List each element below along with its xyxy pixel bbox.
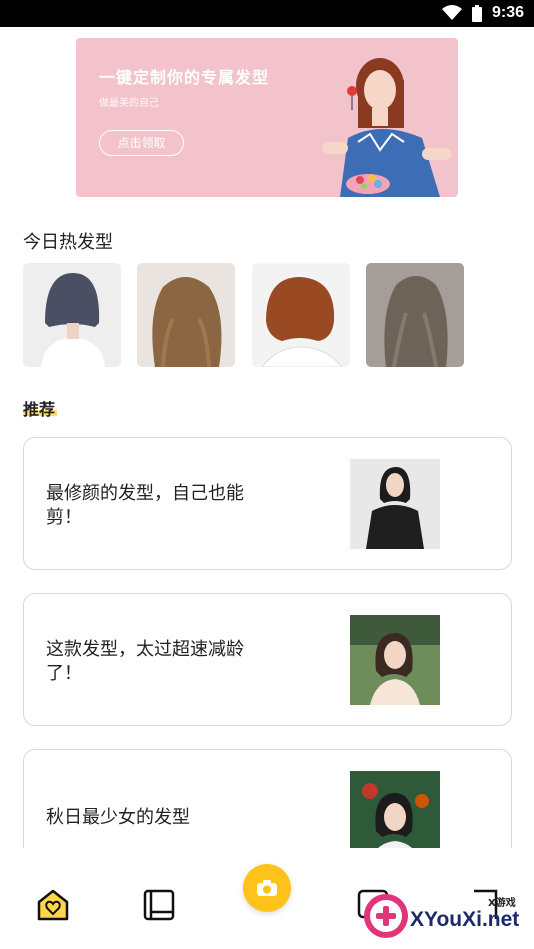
book-icon[interactable] [142,888,176,922]
recommend-title: 推荐 [23,400,56,419]
recommend-card[interactable]: 最修颜的发型，自己也能剪！ [23,437,512,570]
watermark: X游戏 XYouXi.net [362,884,534,949]
gamepad-logo-icon [364,894,408,938]
recommend-card[interactable]: 这款发型，太过超速减龄了！ [23,593,512,726]
hot-hairstyles-title: 今日热发型 [23,232,113,253]
banner-subtitle: 做最美的自己 [99,98,159,109]
home-heart-icon[interactable] [36,888,70,922]
wifi-icon [441,5,462,20]
camera-icon [257,880,277,896]
banner-model-illustration [322,58,452,197]
clock: 9:36 [491,4,524,21]
promo-banner[interactable]: 一键定制你的专属发型 做最美的自己 点击领取 [76,38,458,197]
hairstyle-photo-long-wavy-brown[interactable] [137,263,235,367]
battery-icon [471,4,482,22]
hairstyle-photo-long-wavy-ash[interactable] [366,263,464,367]
card-photo [350,615,440,705]
hairstyle-photo-short-curly-auburn[interactable] [252,263,350,367]
watermark-text: XYouXi.net [410,908,520,931]
card-title: 秋日最少女的发型 [46,807,190,828]
card-photo [350,459,440,549]
camera-button[interactable] [243,864,291,912]
watermark-small-text: X游戏 [488,898,516,909]
card-title: 这款发型，太过超速减龄了！ [46,639,244,684]
claim-button[interactable]: 点击领取 [99,130,184,156]
status-bar: 9:36 [0,0,534,27]
card-title: 最修颜的发型，自己也能剪！ [46,483,244,528]
hairstyle-photo-bob-gray[interactable] [23,263,121,367]
banner-title: 一键定制你的专属发型 [99,68,270,87]
